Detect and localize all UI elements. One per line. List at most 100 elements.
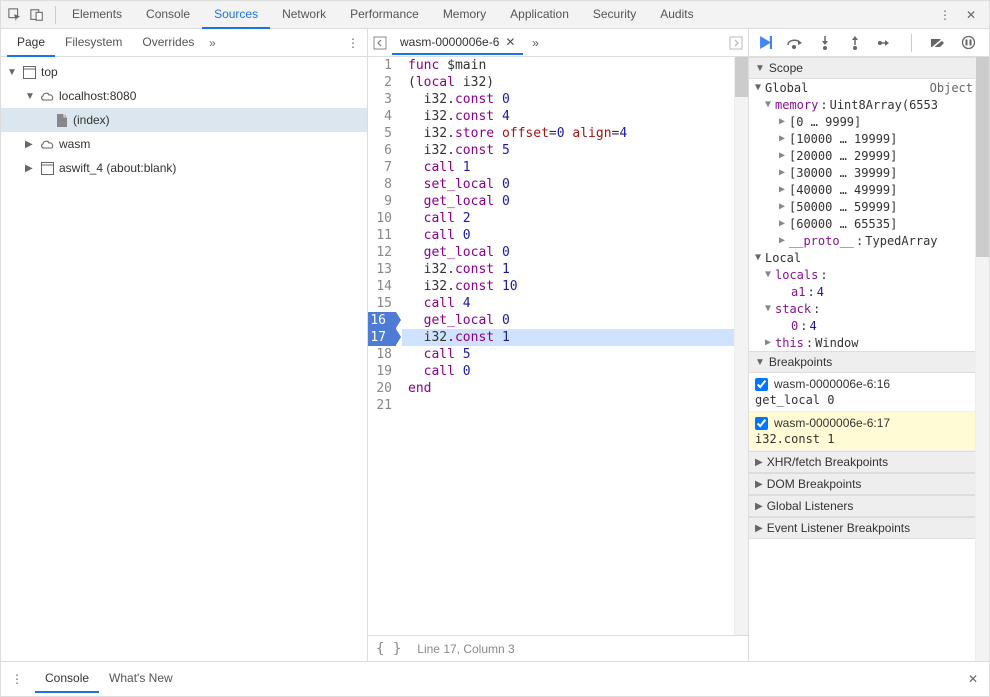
section-header[interactable]: ▶XHR/fetch Breakpoints [749,451,989,473]
gutter-line[interactable]: 6 [368,142,392,159]
main-tab-network[interactable]: Network [270,1,338,29]
memory-range[interactable]: ▶[0 … 9999] [749,113,989,130]
step-button[interactable] [877,35,893,51]
gutter-line[interactable]: 19 [368,363,392,380]
scope-memory[interactable]: ▼memory: Uint8Array(6553 [749,96,989,113]
scope-stack[interactable]: ▼stack: [749,300,989,317]
scope-global[interactable]: ▼GlobalObject [749,79,989,96]
code-line[interactable]: func $main [402,57,748,74]
code-line[interactable] [402,397,748,414]
main-tab-application[interactable]: Application [498,1,581,29]
tree-node-wasm[interactable]: ▶ wasm [1,132,367,156]
close-devtools-icon[interactable]: ✕ [963,7,979,23]
device-toggle-icon[interactable] [29,7,45,23]
left-tab-filesystem[interactable]: Filesystem [55,29,132,57]
code-line[interactable]: call 2 [402,210,748,227]
code-line[interactable]: call 1 [402,159,748,176]
main-tab-audits[interactable]: Audits [648,1,705,29]
code-line[interactable]: call 5 [402,346,748,363]
gutter-line[interactable]: 14 [368,278,392,295]
section-header[interactable]: ▶Global Listeners [749,495,989,517]
code-line[interactable]: get_local 0 [402,244,748,261]
tree-node-index[interactable]: (index) [1,108,367,132]
memory-range[interactable]: ▶[60000 … 65535] [749,215,989,232]
close-drawer-icon[interactable]: ✕ [965,671,981,687]
code-line[interactable]: (local i32) [402,74,748,91]
code-line[interactable]: call 0 [402,227,748,244]
kebab-menu-icon[interactable]: ⋮ [9,671,25,687]
main-tab-performance[interactable]: Performance [338,1,431,29]
pretty-print-icon[interactable]: { } [376,641,401,657]
gutter-line[interactable]: 17 [368,329,396,346]
gutter-line[interactable]: 13 [368,261,392,278]
more-tabs-icon[interactable]: » [204,35,220,51]
gutter-line[interactable]: 9 [368,193,392,210]
gutter-line[interactable]: 2 [368,74,392,91]
scope-item[interactable]: a1: 4 [749,283,989,300]
breakpoint-checkbox[interactable] [755,417,768,430]
memory-range[interactable]: ▶[10000 … 19999] [749,130,989,147]
editor-tab[interactable]: wasm-0000006e-6 ✕ [392,31,523,55]
gutter-line[interactable]: 3 [368,91,392,108]
tree-node-top[interactable]: ▼ top [1,60,367,84]
kebab-menu-icon[interactable]: ⋮ [345,35,361,51]
gutter-line[interactable]: 20 [368,380,392,397]
code-line[interactable]: i32.const 1 [402,261,748,278]
gutter-line[interactable]: 15 [368,295,392,312]
code-line[interactable]: set_local 0 [402,176,748,193]
code-line[interactable]: call 0 [402,363,748,380]
step-out-button[interactable] [847,35,863,51]
nav-back-icon[interactable] [372,35,388,51]
kebab-menu-icon[interactable]: ⋮ [937,7,953,23]
pause-exceptions-button[interactable] [960,35,976,51]
code-line[interactable]: i32.store offset=0 align=4 [402,125,748,142]
scope-local[interactable]: ▼Local [749,249,989,266]
gutter-line[interactable]: 11 [368,227,392,244]
drawer-tab-what-s-new[interactable]: What's New [99,665,183,693]
tree-node-host[interactable]: ▼ localhost:8080 [1,84,367,108]
scope-proto[interactable]: ▶__proto__: TypedArray [749,232,989,249]
gutter-line[interactable]: 5 [368,125,392,142]
code-line[interactable]: i32.const 4 [402,108,748,125]
breakpoint-entry[interactable]: wasm-0000006e-6:17i32.const 1 [749,412,989,451]
gutter-line[interactable]: 16 [368,312,396,329]
inspect-icon[interactable] [7,7,23,23]
tree-node-blank[interactable]: ▶ aswift_4 (about:blank) [1,156,367,180]
section-header[interactable]: ▶DOM Breakpoints [749,473,989,495]
main-tab-memory[interactable]: Memory [431,1,498,29]
gutter-line[interactable]: 12 [368,244,392,261]
scope-header[interactable]: ▼Scope [749,57,989,79]
memory-range[interactable]: ▶[50000 … 59999] [749,198,989,215]
code-line[interactable]: i32.const 10 [402,278,748,295]
left-tab-overrides[interactable]: Overrides [132,29,204,57]
scope-item[interactable]: 0: 4 [749,317,989,334]
nav-forward-icon[interactable] [728,35,744,51]
code-line[interactable]: get_local 0 [402,312,748,329]
drawer-tab-console[interactable]: Console [35,665,99,693]
gutter-line[interactable]: 7 [368,159,392,176]
main-tab-console[interactable]: Console [134,1,202,29]
resume-button[interactable] [757,35,773,51]
deactivate-breakpoints-button[interactable] [930,35,946,51]
editor-scrollbar[interactable] [734,57,748,635]
close-tab-icon[interactable]: ✕ [505,35,515,49]
code-line[interactable]: get_local 0 [402,193,748,210]
gutter-line[interactable]: 21 [368,397,392,414]
gutter-line[interactable]: 1 [368,57,392,74]
right-scrollbar[interactable] [975,57,989,661]
breakpoints-header[interactable]: ▼Breakpoints [749,351,989,373]
breakpoint-checkbox[interactable] [755,378,768,391]
scope-locals[interactable]: ▼locals: [749,266,989,283]
code-line[interactable]: i32.const 0 [402,91,748,108]
main-tab-elements[interactable]: Elements [60,1,134,29]
gutter-line[interactable]: 18 [368,346,392,363]
memory-range[interactable]: ▶[40000 … 49999] [749,181,989,198]
main-tab-security[interactable]: Security [581,1,648,29]
main-tab-sources[interactable]: Sources [202,1,270,29]
step-over-button[interactable] [787,35,803,51]
left-tab-page[interactable]: Page [7,29,55,57]
gutter-line[interactable]: 8 [368,176,392,193]
scope-this[interactable]: ▶this: Window [749,334,989,351]
breakpoint-entry[interactable]: wasm-0000006e-6:16get_local 0 [749,373,989,412]
code-line[interactable]: call 4 [402,295,748,312]
